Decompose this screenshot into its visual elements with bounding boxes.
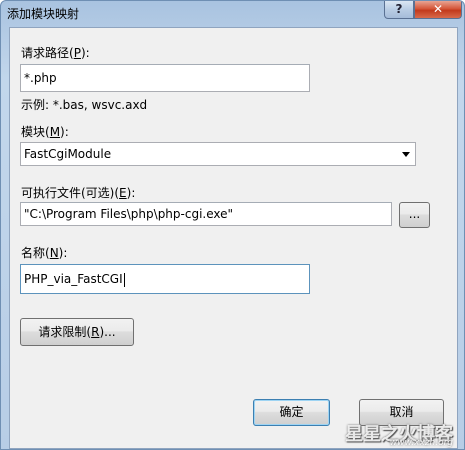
request-path-input[interactable]: *.php xyxy=(20,64,310,92)
module-select[interactable]: FastCgiModule xyxy=(20,142,416,166)
text-caret xyxy=(123,272,125,287)
close-icon: ✕ xyxy=(432,2,444,16)
help-icon: ? xyxy=(395,2,403,16)
window-title: 添加模块映射 xyxy=(7,7,80,21)
add-module-mapping-dialog: 添加模块映射 ? ✕ 请求路径(P): *.php 示例: *.bas, wsv… xyxy=(0,0,465,450)
request-path-example: 示例: *.bas, wsvc.axd xyxy=(21,98,148,112)
executable-label: 可执行文件(可选)(E): xyxy=(21,186,136,200)
name-label: 名称(N): xyxy=(21,246,68,260)
title-bar[interactable]: 添加模块映射 ? ✕ xyxy=(1,1,464,25)
name-input-value: PHP_via_FastCGI xyxy=(24,272,123,286)
module-label: 模块(M): xyxy=(21,125,69,139)
help-button[interactable]: ? xyxy=(384,1,414,19)
chevron-down-icon xyxy=(402,152,410,157)
browse-button[interactable]: ... xyxy=(399,202,430,228)
close-button[interactable]: ✕ xyxy=(414,1,462,19)
module-select-value: FastCgiModule xyxy=(24,147,112,161)
name-input[interactable]: PHP_via_FastCGI xyxy=(20,264,310,294)
watermark-url: www.xxzh.org xyxy=(389,438,453,448)
executable-input[interactable]: "C:\Program Files\php\php-cgi.exe" xyxy=(20,202,392,226)
ok-button[interactable]: 确定 xyxy=(253,399,330,426)
dialog-body: 请求路径(P): *.php 示例: *.bas, wsvc.axd 模块(M)… xyxy=(9,27,458,449)
request-restrictions-button[interactable]: 请求限制(R)... xyxy=(20,318,134,346)
request-path-label: 请求路径(P): xyxy=(21,46,90,60)
